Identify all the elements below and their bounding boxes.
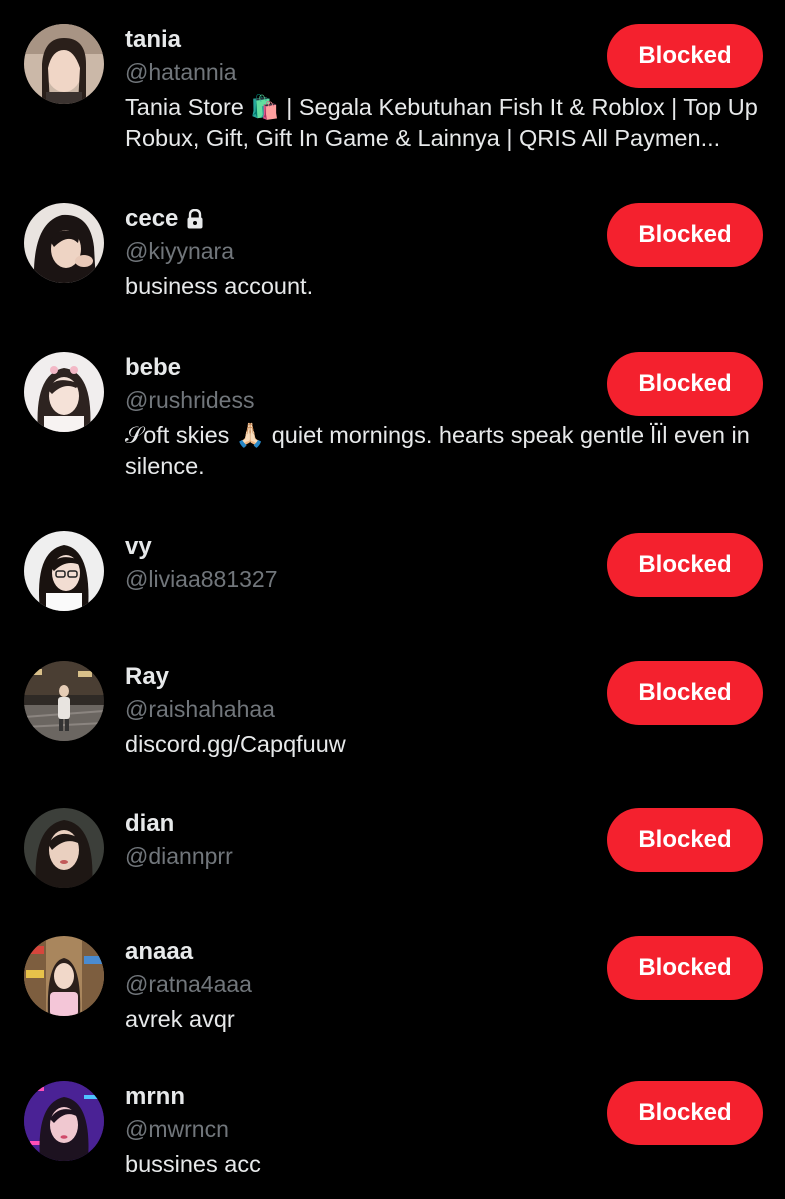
profile-bio: discord.gg/Capqfuuw bbox=[125, 731, 346, 757]
profile-bio: 𝒮oft skies 🙏🏻 quiet mornings. hearts spe… bbox=[125, 422, 750, 479]
display-name-text: anaaa bbox=[125, 938, 194, 965]
profile-bio: bussines acc bbox=[125, 1151, 261, 1177]
blocked-button[interactable]: Blocked bbox=[607, 24, 763, 88]
avatar[interactable] bbox=[24, 203, 104, 283]
display-name-text: vy bbox=[125, 533, 152, 560]
display-name-text: bebe bbox=[125, 354, 182, 381]
display-name-text: Ray bbox=[125, 663, 170, 690]
blocked-button[interactable]: Blocked bbox=[607, 661, 763, 725]
avatar[interactable] bbox=[24, 661, 104, 741]
profile-bio: business account. bbox=[125, 273, 314, 299]
blocked-accounts-list: tania @hatannia Tania Store 🛍️ | Segala … bbox=[0, 0, 785, 1199]
avatar[interactable] bbox=[24, 531, 104, 611]
avatar[interactable] bbox=[24, 24, 104, 104]
blocked-button[interactable]: Blocked bbox=[607, 936, 763, 1000]
lock-icon bbox=[186, 209, 204, 229]
blocked-button[interactable]: Blocked bbox=[607, 1081, 763, 1145]
blocked-button[interactable]: Blocked bbox=[607, 203, 763, 267]
display-name-text: tania bbox=[125, 26, 182, 53]
display-name-text: mrnn bbox=[125, 1083, 185, 1110]
profile-bio: avrek avqr bbox=[125, 1006, 235, 1032]
profile-bio: Tania Store 🛍️ | Segala Kebutuhan Fish I… bbox=[125, 94, 758, 151]
avatar[interactable] bbox=[24, 1081, 104, 1161]
avatar[interactable] bbox=[24, 808, 104, 888]
avatar[interactable] bbox=[24, 936, 104, 1016]
display-name-text: cece bbox=[125, 205, 179, 232]
display-name-text: dian bbox=[125, 810, 175, 837]
blocked-button[interactable]: Blocked bbox=[607, 533, 763, 597]
blocked-button[interactable]: Blocked bbox=[607, 352, 763, 416]
avatar[interactable] bbox=[24, 352, 104, 432]
blocked-button[interactable]: Blocked bbox=[607, 808, 763, 872]
